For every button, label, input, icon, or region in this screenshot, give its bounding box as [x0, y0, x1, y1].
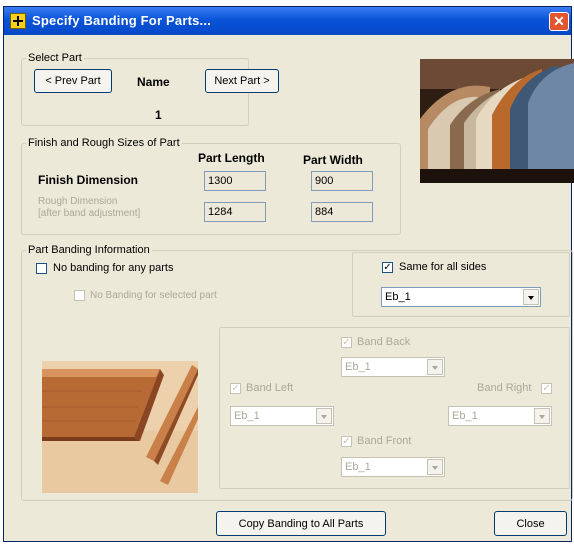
same-all-sides-checkbox[interactable]: ✓ — [382, 262, 393, 273]
band-left-dropdown[interactable]: Eb_1 — [230, 406, 334, 426]
all-sides-dropdown[interactable]: Eb_1 — [381, 287, 541, 307]
dialog-window: Specify Banding For Parts... ✕ Select Pa… — [3, 6, 574, 542]
next-part-button[interactable]: Next Part > — [205, 69, 279, 93]
band-left-value: Eb_1 — [234, 410, 260, 422]
finish-length-field: 1300 — [204, 171, 266, 191]
band-back-checkbox[interactable]: ✓ — [341, 337, 352, 348]
rough-dimension-sublabel: [after band adjustment] — [38, 208, 141, 219]
select-part-legend: Select Part — [28, 52, 82, 64]
window-close-icon[interactable]: ✕ — [549, 12, 569, 31]
part-number: 1 — [155, 108, 162, 122]
no-banding-selected-checkbox[interactable] — [74, 290, 85, 301]
band-front-label: Band Front — [357, 435, 412, 447]
same-all-sides-label: Same for all sides — [399, 261, 487, 273]
band-left-checkbox[interactable]: ✓ — [230, 383, 241, 394]
band-right-checkbox[interactable]: ✓ — [541, 383, 552, 394]
no-banding-selected-label: No Banding for selected part — [90, 290, 217, 301]
part-name-label: Name — [137, 75, 170, 89]
chevron-down-icon[interactable] — [427, 459, 443, 475]
title-bar[interactable]: Specify Banding For Parts... ✕ — [4, 7, 571, 35]
band-front-value: Eb_1 — [345, 461, 371, 473]
band-front-checkbox[interactable]: ✓ — [341, 436, 352, 447]
part-length-header: Part Length — [198, 151, 265, 165]
chevron-down-icon[interactable] — [316, 408, 332, 424]
part-width-header: Part Width — [303, 153, 363, 167]
finish-width-field: 900 — [311, 171, 373, 191]
chevron-down-icon[interactable] — [523, 289, 539, 305]
close-button[interactable]: Close — [494, 511, 567, 536]
edge-banding-rolls-image — [420, 59, 574, 183]
band-right-dropdown[interactable]: Eb_1 — [448, 406, 552, 426]
band-back-dropdown[interactable]: Eb_1 — [341, 357, 445, 377]
no-banding-label: No banding for any parts — [53, 262, 174, 274]
all-sides-value: Eb_1 — [385, 291, 411, 303]
rough-dimension-label: Rough Dimension — [38, 196, 118, 207]
chevron-down-icon[interactable] — [534, 408, 550, 424]
no-banding-checkbox[interactable] — [36, 263, 47, 274]
rough-width-field: 884 — [311, 202, 373, 222]
window-title: Specify Banding For Parts... — [32, 13, 211, 28]
prev-part-button[interactable]: < Prev Part — [34, 69, 112, 93]
finish-dimension-label: Finish Dimension — [38, 173, 139, 187]
band-left-label: Band Left — [246, 382, 294, 394]
band-right-value: Eb_1 — [452, 410, 478, 422]
sizes-legend: Finish and Rough Sizes of Part — [28, 137, 180, 149]
band-front-dropdown[interactable]: Eb_1 — [341, 457, 445, 477]
chevron-down-icon[interactable] — [427, 359, 443, 375]
app-plus-icon — [10, 13, 26, 29]
banded-wood-board-image — [42, 361, 198, 493]
banding-legend: Part Banding Information — [28, 244, 150, 256]
copy-banding-button[interactable]: Copy Banding to All Parts — [216, 511, 386, 536]
band-back-label: Band Back — [357, 336, 411, 348]
rough-length-field: 1284 — [204, 202, 266, 222]
band-back-value: Eb_1 — [345, 361, 371, 373]
band-right-label: Band Right — [477, 382, 532, 394]
